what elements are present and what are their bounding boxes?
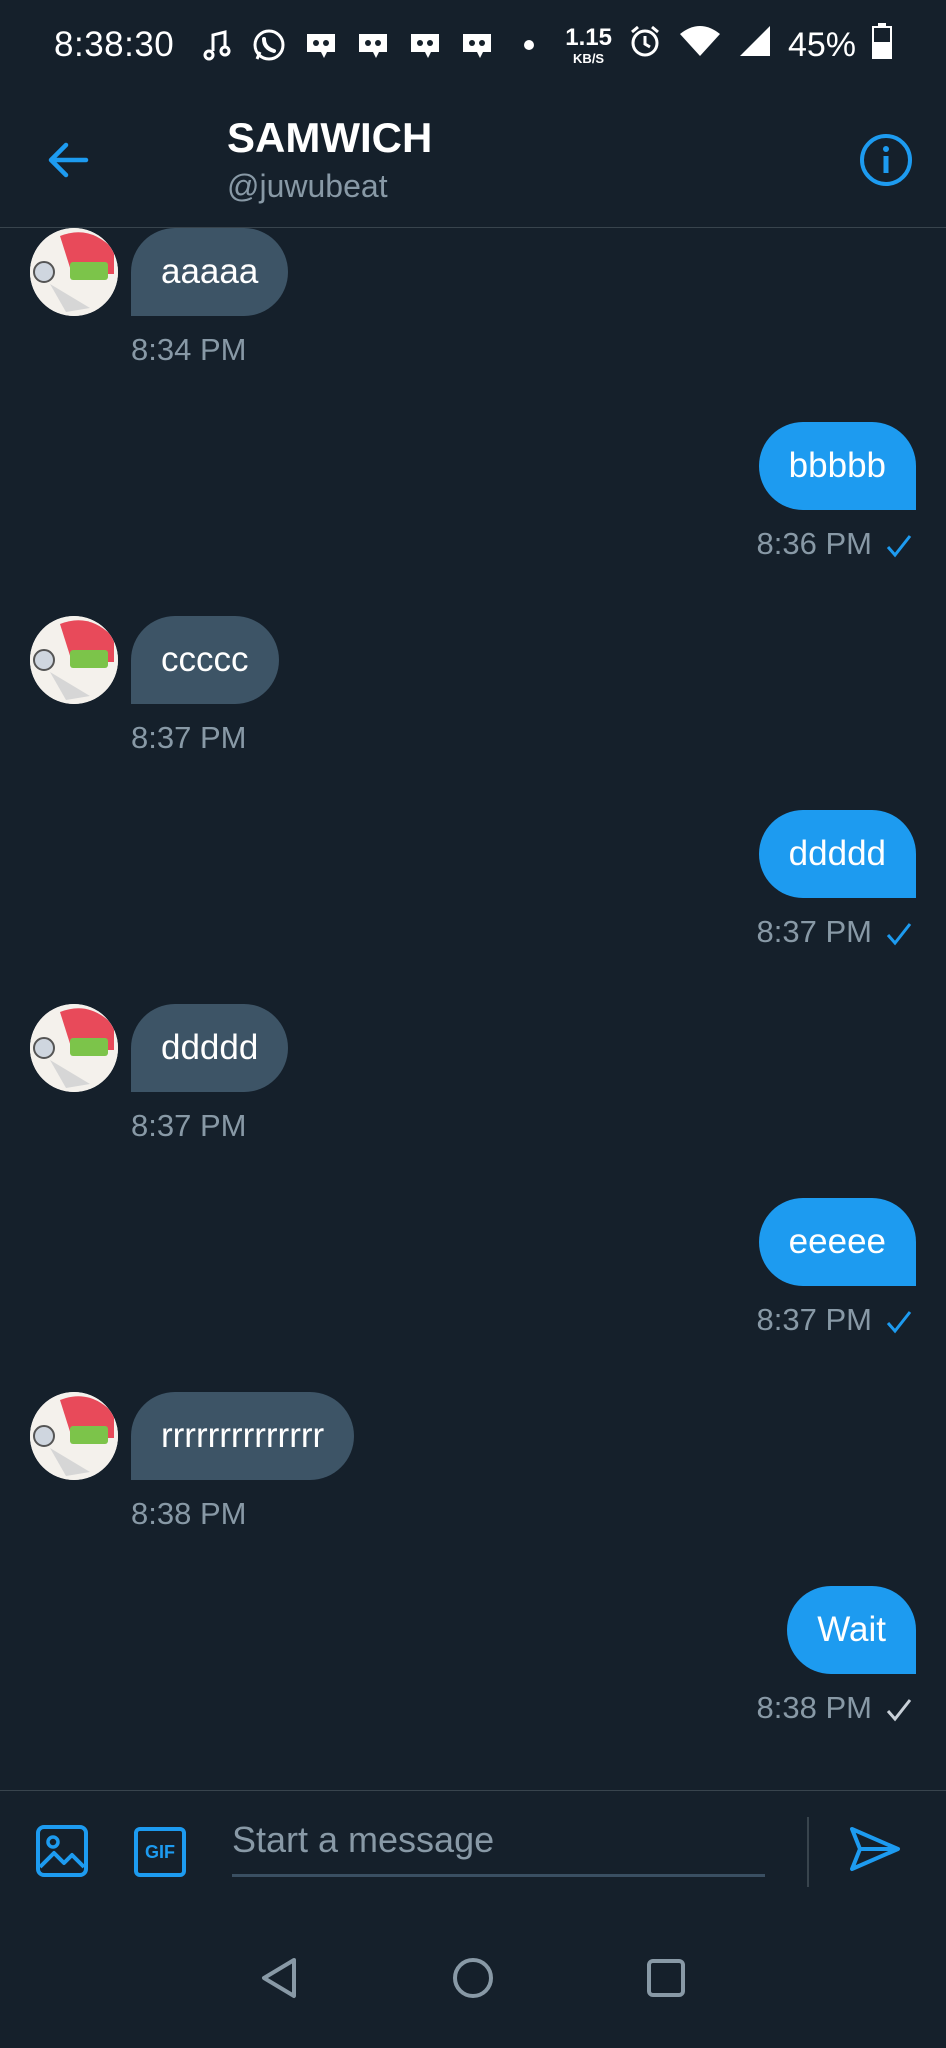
info-icon [860,134,912,186]
message-timestamp: 8:34 PM [131,332,247,367]
read-check-icon [886,923,912,946]
message-timestamp: 8:37 PM [756,914,872,949]
send-icon [850,1827,900,1871]
signal-icon [738,24,772,67]
system-icons: 1.15 KB/S 45% [565,22,892,68]
message-timestamp: 8:37 PM [756,1302,872,1337]
conversation-title[interactable]: SAMWICH [227,114,432,162]
avatar[interactable] [30,1004,118,1092]
battery-percent: 45% [787,25,856,64]
gif-button[interactable]: GIF [134,1827,186,1877]
nav-recents-icon [647,1959,685,1997]
incoming-message-bubble[interactable]: aaaaa [131,228,289,316]
read-check-icon [886,1311,912,1334]
outgoing-message-bubble[interactable]: ddddd [758,810,916,898]
network-speed-unit: KB/S [573,50,605,66]
nav-back-icon [262,1958,296,1998]
avatar[interactable] [30,616,118,704]
whatsapp-icon [250,26,288,64]
dot-icon [510,26,548,64]
alarm-icon [628,24,662,67]
add-media-button[interactable] [34,1823,90,1879]
network-speed: 1.15 KB/S [565,23,612,66]
status-bar: 8:38:30 1.15 KB/S 45% [0,0,946,90]
incoming-message-bubble[interactable]: ccccc [131,616,279,704]
nav-recents-button[interactable] [636,1948,696,2008]
composer-divider [807,1817,809,1887]
system-navigation-bar [0,1912,946,2048]
nav-back-button[interactable] [250,1948,310,2008]
incoming-message-bubble[interactable]: ddddd [131,1004,289,1092]
discord-icon [458,26,496,64]
battery-icon [872,22,892,68]
discord-icon [406,26,444,64]
sent-check-icon [886,1699,912,1722]
avatar[interactable] [30,228,118,316]
arrow-left-icon [48,142,89,178]
message-timestamp: 8:38 PM [131,1496,247,1531]
message-list[interactable]: aaaaa 8:34 PM bbbbb 8:36 PM ccccc 8:37 P… [0,228,946,1790]
read-check-icon [886,535,912,558]
discord-icon [354,26,392,64]
image-icon [36,1825,88,1877]
info-button[interactable] [856,130,916,190]
message-timestamp: 8:37 PM [131,1108,247,1143]
conversation-header: SAMWICH @juwubeat [0,90,946,228]
outgoing-message-bubble[interactable]: Wait [787,1586,916,1674]
nav-home-icon [453,1958,493,1998]
send-button[interactable] [846,1821,906,1881]
avatar[interactable] [30,1392,118,1480]
music-note-icon [198,26,236,64]
message-timestamp: 8:37 PM [131,720,247,755]
message-timestamp: 8:38 PM [756,1690,872,1725]
discord-icon [302,26,340,64]
outgoing-message-bubble[interactable]: eeeee [758,1198,916,1286]
conversation-handle[interactable]: @juwubeat [227,168,388,205]
back-button[interactable] [40,132,96,188]
notification-icons [198,26,548,64]
wifi-icon [678,24,722,67]
nav-home-button[interactable] [443,1948,503,2008]
message-input[interactable] [232,1805,765,1877]
status-time: 8:38:30 [54,25,175,64]
message-composer: GIF [0,1790,946,1912]
message-timestamp: 8:36 PM [756,526,872,561]
network-speed-value: 1.15 [565,23,612,51]
incoming-message-bubble[interactable]: rrrrrrrrrrrrrr [131,1392,355,1480]
outgoing-message-bubble[interactable]: bbbbb [758,422,916,510]
